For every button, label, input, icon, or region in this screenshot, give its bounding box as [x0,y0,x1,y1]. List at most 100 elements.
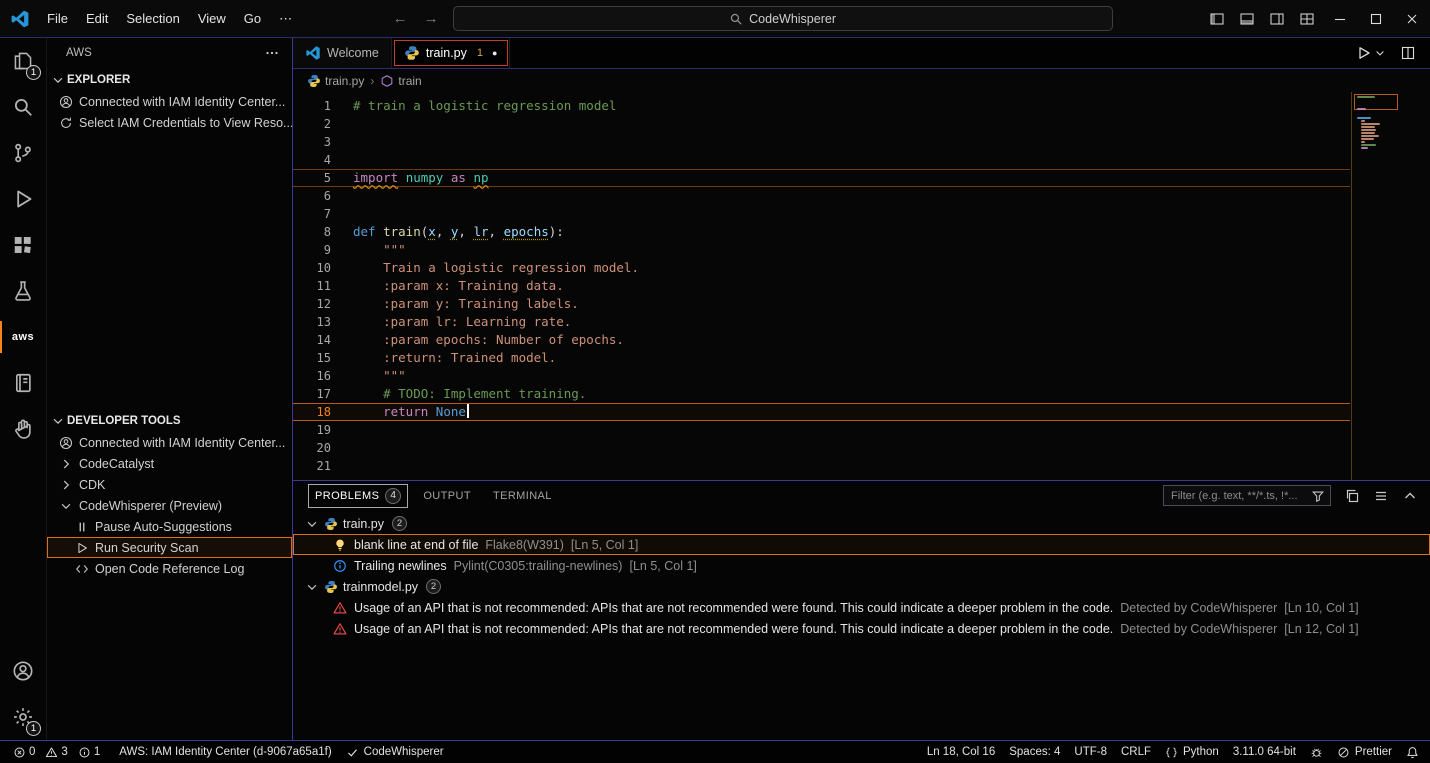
line-number[interactable]: 4 [293,151,331,169]
sidebar-item-run-security-scan[interactable]: Run Security Scan [47,537,292,558]
close-button[interactable] [1394,0,1430,38]
line-number[interactable]: 12 [293,295,331,313]
menu-more[interactable]: ⋯ [270,7,301,31]
line-number[interactable]: 15 [293,349,331,367]
maximize-panel-icon[interactable] [1402,488,1418,504]
code-line-9[interactable]: 9 """ [293,241,1350,259]
status-language-mode[interactable]: Python [1158,741,1226,763]
problem-row[interactable]: blank line at end of fileFlake8(W391)[Ln… [293,534,1430,555]
split-editor-button[interactable] [1400,45,1416,61]
line-number[interactable]: 8 [293,223,331,241]
menu-selection[interactable]: Selection [117,7,188,31]
activity-testing[interactable] [0,268,46,314]
code-line-12[interactable]: 12 :param y: Training labels. [293,295,1350,313]
sidebar-item-connected-with-iam-identity-center[interactable]: Connected with IAM Identity Center... [47,91,292,112]
breadcrumb-item-train-py[interactable]: train.py [307,74,364,88]
activity-search[interactable] [0,84,46,130]
code-line-13[interactable]: 13 :param lr: Learning rate. [293,313,1350,331]
more-actions-icon[interactable] [264,45,280,61]
code-line-8[interactable]: 8def train(x, y, lr, epochs): [293,223,1350,241]
activity-notebooks[interactable] [0,360,46,406]
filter-input[interactable] [1171,490,1307,502]
line-number[interactable]: 16 [293,367,331,385]
sidebar-item-codewhisperer-preview[interactable]: CodeWhisperer (Preview) [47,495,292,516]
problems-group-trainmodel-py[interactable]: trainmodel.py2 [293,576,1430,597]
status-notifications[interactable] [1399,741,1426,763]
view-as-table-icon[interactable] [1344,488,1360,504]
panel-tab-output[interactable]: OUTPUT [417,487,477,505]
menu-edit[interactable]: Edit [77,7,117,31]
panel-tab-terminal[interactable]: TERMINAL [487,487,558,505]
tab-train-py[interactable]: train.py1● [392,38,511,68]
status-cursor-position[interactable]: Ln 18, Col 16 [920,741,1002,763]
status-prettier[interactable]: Prettier [1330,741,1399,763]
code-line-17[interactable]: 17 # TODO: Implement training. [293,385,1350,403]
minimize-button[interactable] [1322,0,1358,38]
line-number[interactable]: 19 [293,421,331,439]
line-number[interactable]: 18 [293,403,331,421]
problem-row[interactable]: Trailing newlinesPylint(C0305:trailing-n… [293,555,1430,576]
collapse-all-icon[interactable] [1373,488,1389,504]
breadcrumb-item-train[interactable]: train [380,74,421,88]
activity-explorer[interactable]: 1 [0,38,46,84]
problem-row[interactable]: Usage of an API that is not recommended:… [293,597,1430,618]
back-arrow-icon[interactable]: ← [391,10,410,27]
menu-go[interactable]: Go [235,7,270,31]
section-header-explorer[interactable]: EXPLORER [47,68,292,91]
code-line-11[interactable]: 11 :param x: Training data. [293,277,1350,295]
code-line-21[interactable]: 21 [293,457,1350,475]
code-line-2[interactable]: 2 [293,115,1350,133]
status-problems[interactable]: 031 [6,741,112,763]
line-number[interactable]: 11 [293,277,331,295]
code-line-1[interactable]: 1# train a logistic regression model [293,97,1350,115]
line-number[interactable]: 6 [293,187,331,205]
status-eol[interactable]: CRLF [1114,741,1158,763]
line-number[interactable]: 20 [293,439,331,457]
code-line-19[interactable]: 19 [293,421,1350,439]
sidebar-item-connected-with-iam-identity-center[interactable]: Connected with IAM Identity Center... [47,432,292,453]
problems-filter[interactable] [1163,485,1331,506]
code-line-18[interactable]: 18 return None [293,403,1350,421]
line-number[interactable]: 17 [293,385,331,403]
status-encoding[interactable]: UTF-8 [1067,741,1114,763]
menu-file[interactable]: File [38,7,77,31]
sidebar-item-open-code-reference-log[interactable]: Open Code Reference Log [47,558,292,579]
line-number[interactable]: 5 [293,169,331,187]
run-python-file-button[interactable] [1356,45,1386,61]
line-number[interactable]: 10 [293,259,331,277]
activity-hand[interactable] [0,406,46,452]
status-aws-connection[interactable]: AWS: IAM Identity Center (d-9067a65a1f) [112,741,338,763]
line-number[interactable]: 7 [293,205,331,223]
layout-panel-button[interactable] [1232,2,1262,36]
status-extension-status[interactable] [1303,741,1330,763]
minimap[interactable] [1354,96,1400,480]
menu-view[interactable]: View [189,7,235,31]
activity-source-control[interactable] [0,130,46,176]
activity-aws[interactable]: aws [0,314,46,360]
code-line-15[interactable]: 15 :return: Trained model. [293,349,1350,367]
tab-welcome[interactable]: Welcome [293,38,392,68]
sidebar-item-pause-auto-suggestions[interactable]: Pause Auto-Suggestions [47,516,292,537]
section-header-developer-tools[interactable]: DEVELOPER TOOLS [47,409,292,432]
line-number[interactable]: 21 [293,457,331,475]
forward-arrow-icon[interactable]: → [422,10,441,27]
code-editor[interactable]: 1# train a logistic regression model2345… [293,92,1430,480]
activity-extensions[interactable] [0,222,46,268]
line-number[interactable]: 1 [293,97,331,115]
code-line-20[interactable]: 20 [293,439,1350,457]
maximize-button[interactable] [1358,0,1394,38]
activity-manage[interactable]: 1 [0,694,46,740]
problems-group-train-py[interactable]: train.py2 [293,513,1430,534]
layout-grid-button[interactable] [1292,2,1322,36]
code-line-16[interactable]: 16 """ [293,367,1350,385]
code-line-4[interactable]: 4 [293,151,1350,169]
code-line-5[interactable]: 5import numpy as np [293,169,1350,187]
command-center-search[interactable]: CodeWhisperer [453,6,1113,31]
code-line-14[interactable]: 14 :param epochs: Number of epochs. [293,331,1350,349]
code-line-3[interactable]: 3 [293,133,1350,151]
line-number[interactable]: 9 [293,241,331,259]
sidebar-item-cdk[interactable]: CDK [47,474,292,495]
status-indentation[interactable]: Spaces: 4 [1002,741,1067,763]
sidebar-item-select-iam-credentials-to-view-reso[interactable]: Select IAM Credentials to View Reso... [47,112,292,133]
problem-row[interactable]: Usage of an API that is not recommended:… [293,618,1430,639]
